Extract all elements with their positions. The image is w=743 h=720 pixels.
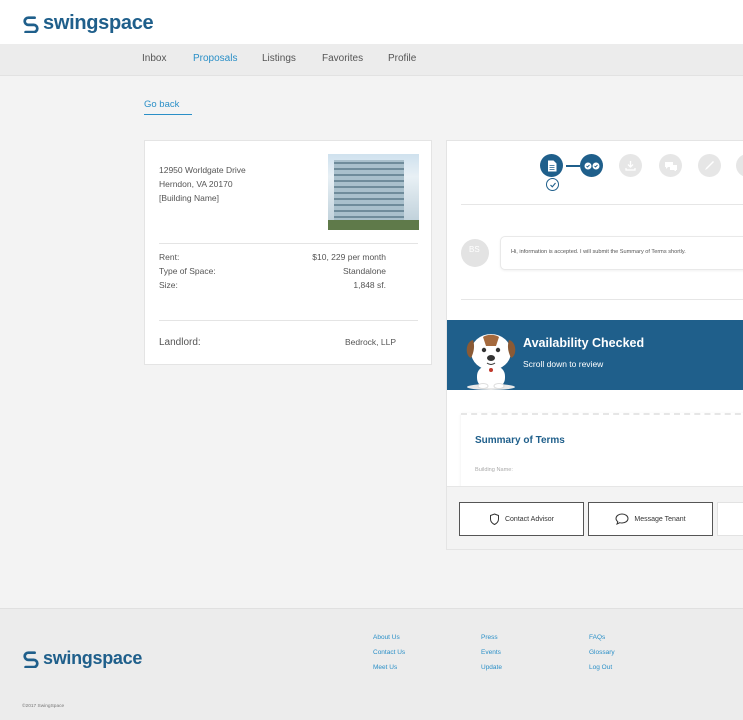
shield-icon [489,513,499,525]
divider [159,243,418,244]
listing-card: 12950 Worldgate Drive Herndon, VA 20170 … [144,140,432,365]
download-icon [625,161,636,171]
nav-favorites[interactable]: Favorites [322,53,363,64]
copyright: ©2017 SwingSpace [22,704,65,709]
step-download[interactable] [619,154,642,177]
footer-glossary[interactable]: Glossary [589,649,615,656]
size-value: 1,848 sf. [353,280,386,290]
footer-events[interactable]: Events [481,649,501,656]
swingspace-logo-icon [23,15,39,33]
space-type-value: Standalone [342,266,386,276]
footer-brand-name: swingspace [43,648,143,668]
size-label: Size: [159,280,178,290]
check-icon [546,178,559,191]
footer: swingspace About Us Contact Us Meet Us P… [0,608,743,720]
summary-title: Summary of Terms [475,435,565,446]
chat-icon [664,161,677,171]
building-name: [Building Name] [159,193,220,203]
speech-bubble-icon [615,513,629,525]
footer-about-us[interactable]: About Us [373,634,400,641]
nav-profile[interactable]: Profile [388,53,416,64]
divider [461,204,743,205]
footer-update[interactable]: Update [481,664,502,671]
building-name-field-label: Building Name: [475,467,513,473]
document-icon [547,160,556,171]
more-button[interactable] [717,502,743,536]
footer-faqs[interactable]: FAQs [589,634,605,641]
swingspace-logo[interactable]: swingspace [22,12,154,35]
availability-icon [584,162,599,169]
landlord-value: Bedrock, LLP [345,337,397,347]
rent-value: $10, 229 per month [312,252,386,262]
step-connector [566,165,580,167]
availability-banner: Availability Checked Scroll down to revi… [447,320,743,390]
footer-log-out[interactable]: Log Out [589,664,612,671]
banner-title: Availability Checked [523,336,645,350]
top-header: swingspace [0,0,743,44]
summary-of-terms-card: Summary of Terms Building Name: [461,413,743,493]
step-document[interactable] [540,154,563,177]
go-back-underline [144,114,192,115]
step-sign[interactable] [698,154,721,177]
nav-inbox[interactable]: Inbox [142,53,166,64]
swingspace-logo-icon [23,650,39,668]
message-tenant-label: Message Tenant [634,515,686,523]
step-availability[interactable] [580,154,603,177]
footer-contact-us[interactable]: Contact Us [373,649,405,656]
landlord-label: Landlord: [159,337,201,348]
contact-advisor-label: Contact Advisor [504,515,555,523]
nav-listings[interactable]: Listings [262,53,296,64]
space-type-label: Type of Space: [159,266,216,276]
footer-meet-us[interactable]: Meet Us [373,664,397,671]
step-chat[interactable] [659,154,682,177]
avatar-initials: BS [469,245,480,254]
address-line-2: Herndon, VA 20170 [159,179,233,189]
footer-logo[interactable]: swingspace [22,648,142,669]
main-nav: Inbox Proposals Listings Favorites Profi… [0,44,743,76]
brand-name: swingspace [43,12,154,34]
pen-icon [705,161,714,170]
divider [159,320,418,321]
building-photo [328,154,419,230]
proposal-panel: BS Hi, information is accepted. I will s… [446,140,743,550]
message-text: Hi, information is accepted. I will subm… [511,249,686,255]
avatar: BS [461,239,489,267]
banner-subtitle: Scroll down to review [523,359,604,369]
contact-advisor-button[interactable]: Contact Advisor [459,502,584,536]
nav-proposals[interactable]: Proposals [193,53,237,64]
footer-press[interactable]: Press [481,634,498,641]
address-line-1: 12950 Worldgate Drive [159,165,246,175]
divider [461,299,743,300]
step-final[interactable] [736,154,743,177]
dog-mascot-icon [466,334,516,390]
message-tenant-button[interactable]: Message Tenant [588,502,713,536]
rent-label: Rent: [159,252,180,262]
action-bar: Contact Advisor Message Tenant [447,486,743,549]
go-back-link[interactable]: Go back [144,99,179,110]
message-bubble: Hi, information is accepted. I will subm… [500,236,743,270]
